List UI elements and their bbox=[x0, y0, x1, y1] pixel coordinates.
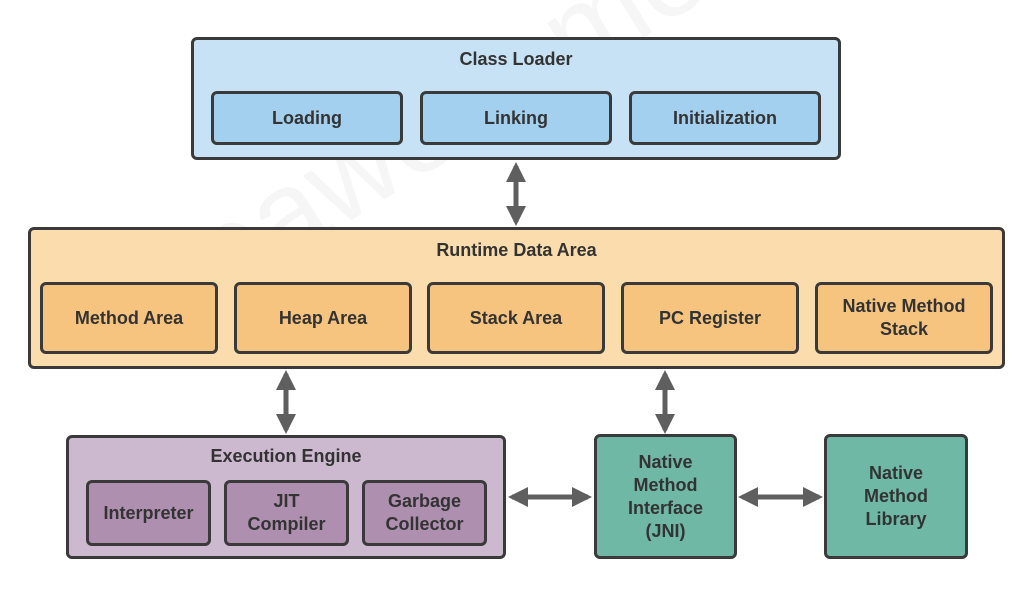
connector-arrows bbox=[276, 162, 823, 507]
